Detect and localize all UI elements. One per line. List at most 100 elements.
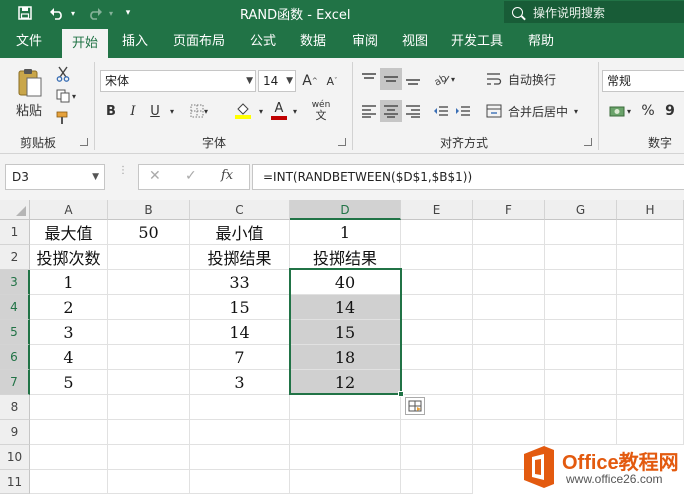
cell-f7[interactable] — [473, 370, 545, 395]
cell-a3[interactable]: 1 — [30, 270, 108, 295]
cell-g5[interactable] — [545, 320, 617, 345]
underline-dropdown-icon[interactable]: ▾ — [166, 100, 178, 122]
cell-h2[interactable] — [617, 245, 684, 270]
row-header-9[interactable]: 9 — [0, 420, 30, 445]
align-top-button[interactable] — [358, 68, 380, 90]
redo-dropdown-icon[interactable]: ▾ — [106, 3, 116, 23]
cell-d4[interactable]: 14 — [290, 295, 401, 320]
row-header-6[interactable]: 6 — [0, 345, 30, 370]
cell-h6[interactable] — [617, 345, 684, 370]
cell-a5[interactable]: 3 — [30, 320, 108, 345]
align-bottom-button[interactable] — [402, 68, 424, 90]
fill-color-icon[interactable] — [230, 100, 256, 122]
cell-c4[interactable]: 15 — [190, 295, 290, 320]
italic-button[interactable]: I — [124, 100, 142, 122]
select-all-button[interactable] — [0, 200, 30, 220]
align-center-button[interactable] — [380, 100, 402, 122]
grow-font-button[interactable]: A ^ — [300, 70, 320, 92]
tell-me-search[interactable]: 操作说明搜索 — [504, 1, 684, 23]
accounting-format-icon[interactable]: ▾ — [604, 100, 636, 122]
row-header-10[interactable]: 10 — [0, 445, 30, 470]
cell-d11[interactable] — [290, 470, 401, 494]
font-color-dropdown-icon[interactable]: ▾ — [290, 100, 300, 122]
cell-e6[interactable] — [401, 345, 473, 370]
cell-e1[interactable] — [401, 220, 473, 245]
cell-b11[interactable] — [108, 470, 190, 494]
cell-e7[interactable] — [401, 370, 473, 395]
cell-b4[interactable] — [108, 295, 190, 320]
cell-c9[interactable] — [190, 420, 290, 445]
merge-center-button[interactable]: 合并后居中 ▾ — [486, 100, 586, 122]
cell-h3[interactable] — [617, 270, 684, 295]
cell-c2[interactable]: 投掷结果 — [190, 245, 290, 270]
borders-icon[interactable]: ▾ — [188, 100, 210, 122]
cell-h5[interactable] — [617, 320, 684, 345]
cell-b2[interactable] — [108, 245, 190, 270]
row-header-3[interactable]: 3 — [0, 270, 30, 295]
formula-bar-grip[interactable]: ⋮ — [118, 166, 128, 186]
cell-b5[interactable] — [108, 320, 190, 345]
cell-f3[interactable] — [473, 270, 545, 295]
cell-e4[interactable] — [401, 295, 473, 320]
underline-button[interactable]: U — [146, 100, 164, 122]
tab-insert[interactable]: 插入 — [112, 26, 158, 58]
tab-help[interactable]: 帮助 — [518, 26, 564, 58]
cell-d6[interactable]: 18 — [290, 345, 401, 370]
font-color-icon[interactable]: A — [268, 100, 290, 122]
column-header-f[interactable]: F — [473, 200, 545, 220]
cell-d7[interactable]: 12 — [290, 370, 401, 395]
tab-file[interactable]: 文件 — [6, 26, 52, 58]
cell-g2[interactable] — [545, 245, 617, 270]
cell-h4[interactable] — [617, 295, 684, 320]
wrap-text-button[interactable]: 自动换行 — [486, 68, 568, 90]
cell-c3[interactable]: 33 — [190, 270, 290, 295]
cell-f8[interactable] — [473, 395, 545, 420]
column-header-e[interactable]: E — [401, 200, 473, 220]
cell-a9[interactable] — [30, 420, 108, 445]
tab-formulas[interactable]: 公式 — [240, 26, 286, 58]
cell-f6[interactable] — [473, 345, 545, 370]
align-left-button[interactable] — [358, 100, 380, 122]
tab-review[interactable]: 审阅 — [342, 26, 388, 58]
tab-view[interactable]: 视图 — [392, 26, 438, 58]
cell-b3[interactable] — [108, 270, 190, 295]
percent-style-button[interactable]: % — [638, 100, 658, 122]
cell-b8[interactable] — [108, 395, 190, 420]
row-header-1[interactable]: 1 — [0, 220, 30, 245]
format-painter-icon[interactable] — [52, 108, 74, 128]
cell-c11[interactable] — [190, 470, 290, 494]
customize-qat-icon[interactable]: ▾ — [122, 3, 134, 23]
cell-a7[interactable]: 5 — [30, 370, 108, 395]
cell-b7[interactable] — [108, 370, 190, 395]
cell-d5[interactable]: 15 — [290, 320, 401, 345]
cell-a1[interactable]: 最大值 — [30, 220, 108, 245]
cell-a2[interactable]: 投掷次数 — [30, 245, 108, 270]
cell-g7[interactable] — [545, 370, 617, 395]
cell-d9[interactable] — [290, 420, 401, 445]
cell-d3[interactable]: 40 — [290, 270, 401, 295]
cell-d10[interactable] — [290, 445, 401, 470]
cell-a4[interactable]: 2 — [30, 295, 108, 320]
formula-input[interactable]: =INT(RANDBETWEEN($D$1,$B$1)) — [252, 164, 684, 190]
tab-developer[interactable]: 开发工具 — [444, 26, 510, 58]
cell-c7[interactable]: 3 — [190, 370, 290, 395]
cell-b1[interactable]: 50 — [108, 220, 190, 245]
column-header-c[interactable]: C — [190, 200, 290, 220]
undo-icon[interactable] — [46, 3, 68, 23]
phonetic-guide-button[interactable]: wén 文 — [306, 98, 336, 124]
cell-b9[interactable] — [108, 420, 190, 445]
orientation-icon[interactable]: ab ▾ — [428, 68, 460, 90]
column-header-a[interactable]: A — [30, 200, 108, 220]
alignment-launcher-icon[interactable] — [584, 138, 592, 146]
cell-f2[interactable] — [473, 245, 545, 270]
paste-button[interactable]: 粘贴 — [10, 64, 48, 122]
cell-e11[interactable] — [401, 470, 473, 494]
copy-icon[interactable]: ▾ — [52, 86, 80, 106]
cell-d1[interactable]: 1 — [290, 220, 401, 245]
decrease-indent-icon[interactable] — [430, 100, 452, 122]
cell-e2[interactable] — [401, 245, 473, 270]
cell-f4[interactable] — [473, 295, 545, 320]
cell-b6[interactable] — [108, 345, 190, 370]
cell-c5[interactable]: 14 — [190, 320, 290, 345]
insert-function-icon[interactable]: fx — [221, 168, 233, 183]
